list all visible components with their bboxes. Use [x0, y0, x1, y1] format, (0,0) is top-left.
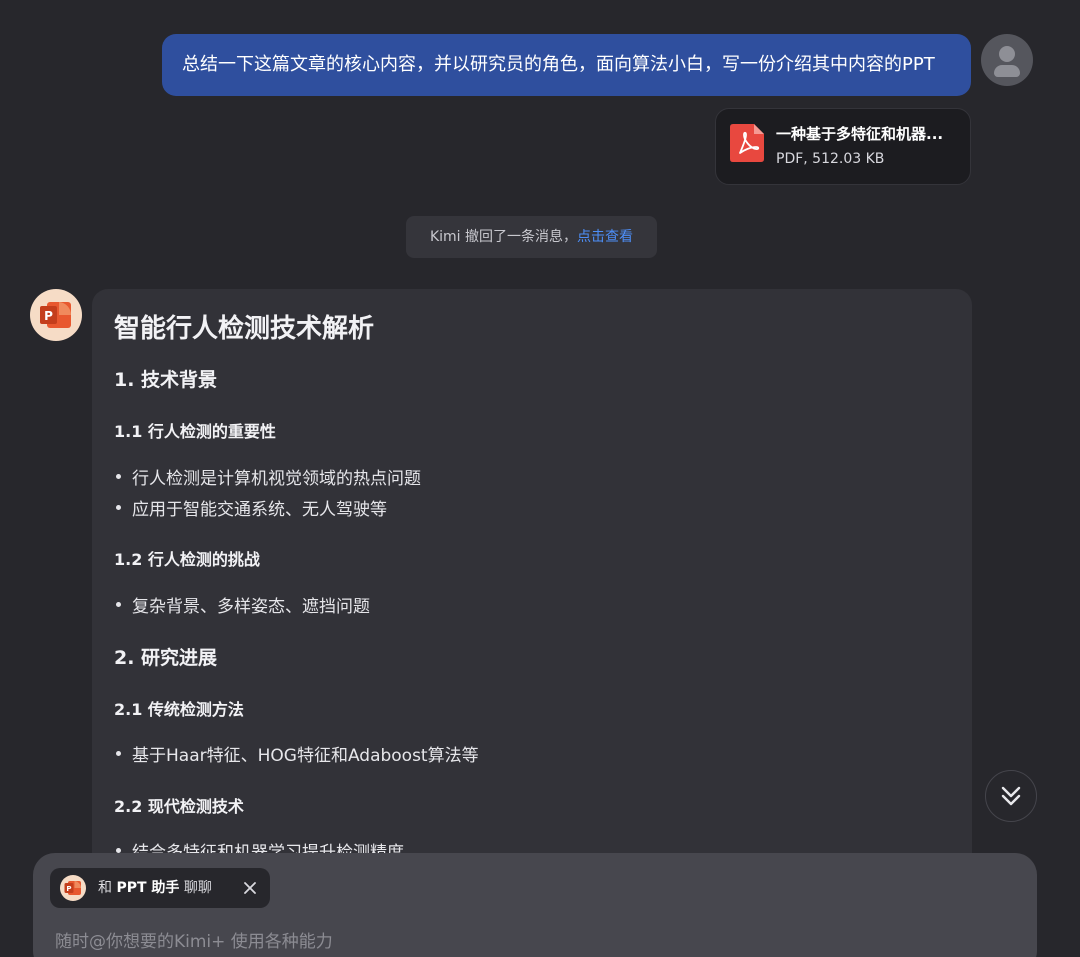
subsection-heading: 1.2 行人检测的挑战	[114, 550, 260, 569]
subsection-heading: 2.2 现代检测技术	[114, 797, 244, 816]
section-heading: 2. 研究进展	[114, 647, 218, 669]
chip-prefix: 和	[98, 880, 112, 896]
assistant-message-bubble: 智能行人检测技术解析 1. 技术背景 1.1 行人检测的重要性 行人检测是计算机…	[92, 289, 972, 929]
subsection-heading: 2.1 传统检测方法	[114, 700, 244, 719]
pdf-attachment-card[interactable]: 一种基于多特征和机器... PDF, 512.03 KB	[715, 108, 971, 185]
recall-notice: Kimi 撤回了一条消息，点击查看	[406, 216, 657, 258]
bullet-item: 基于Haar特征、HOG特征和Adaboost算法等	[116, 741, 479, 766]
ppt-assistant-chip[interactable]: P 和 PPT 助手 聊聊	[50, 868, 270, 908]
chat-input-area[interactable]: P 和 PPT 助手 聊聊 随时@你想要的Kimi+ 使用各种能力	[33, 853, 1037, 957]
user-message-bubble: 总结一下这篇文章的核心内容，并以研究员的角色，面向算法小白，写一份介绍其中内容的…	[162, 34, 971, 96]
powerpoint-icon: P	[60, 875, 86, 901]
svg-text:P: P	[44, 309, 53, 323]
chip-suffix: 聊聊	[183, 880, 212, 896]
double-chevron-down-icon	[1001, 786, 1021, 806]
user-avatar-icon[interactable]	[981, 34, 1033, 86]
chip-assistant-name: PPT 助手	[116, 880, 180, 896]
bullet-item: 应用于智能交通系统、无人驾驶等	[116, 495, 387, 520]
section-heading: 1. 技术背景	[114, 369, 218, 391]
close-icon[interactable]	[240, 878, 260, 898]
ppt-title: 智能行人检测技术解析	[114, 314, 375, 344]
svg-text:P: P	[66, 885, 71, 893]
chip-label: 和 PPT 助手 聊聊	[98, 868, 212, 908]
powerpoint-icon[interactable]: P	[30, 289, 82, 341]
attachment-file-name: 一种基于多特征和机器...	[776, 125, 944, 143]
bullet-item: 复杂背景、多样姿态、遮挡问题	[116, 592, 370, 617]
user-message-text: 总结一下这篇文章的核心内容，并以研究员的角色，面向算法小白，写一份介绍其中内容的…	[182, 54, 935, 75]
scroll-to-bottom-button[interactable]	[985, 770, 1037, 822]
bullet-item: 行人检测是计算机视觉领域的热点问题	[116, 464, 421, 489]
view-recalled-link[interactable]: 点击查看	[577, 229, 633, 245]
subsection-heading: 1.1 行人检测的重要性	[114, 422, 276, 441]
pdf-icon	[730, 124, 764, 162]
attachment-file-meta: PDF, 512.03 KB	[776, 151, 885, 167]
chat-page: 总结一下这篇文章的核心内容，并以研究员的角色，面向算法小白，写一份介绍其中内容的…	[0, 0, 1080, 957]
chat-input-placeholder[interactable]: 随时@你想要的Kimi+ 使用各种能力	[55, 927, 333, 952]
recall-notice-text: Kimi 撤回了一条消息，	[429, 229, 578, 245]
